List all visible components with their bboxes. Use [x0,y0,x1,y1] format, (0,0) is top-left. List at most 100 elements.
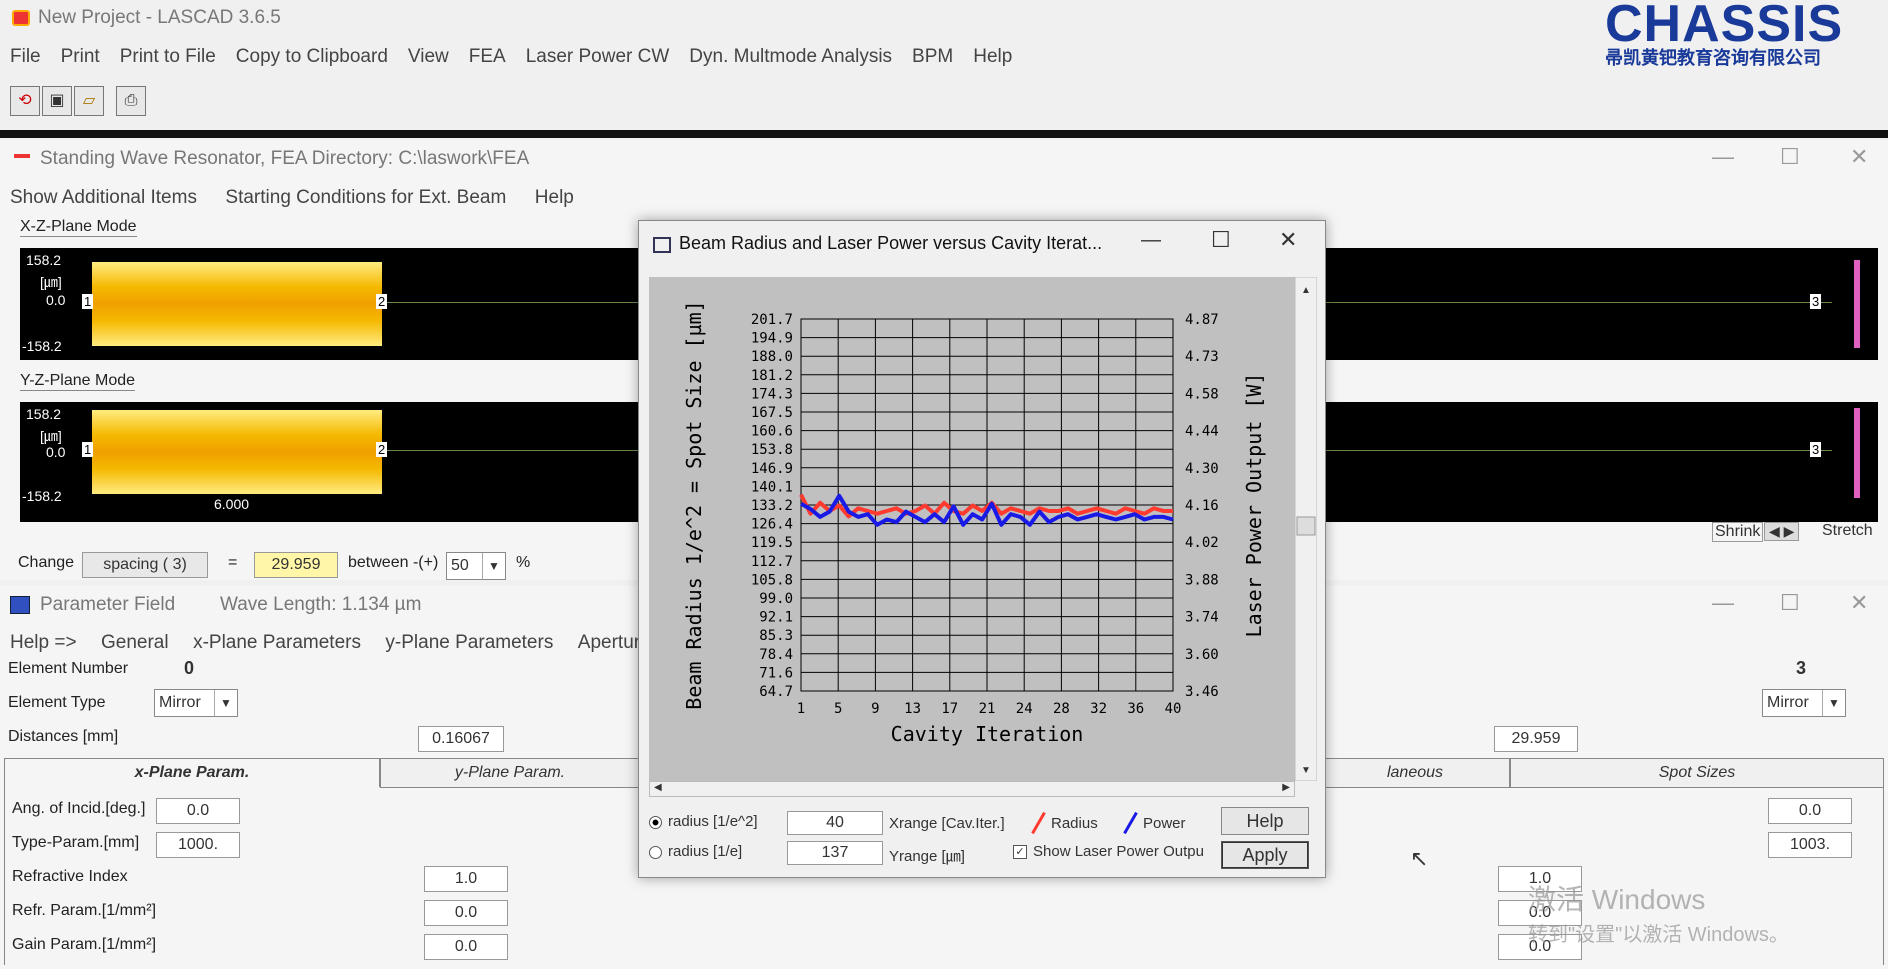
menu-print[interactable]: Print [61,46,100,68]
refresh-icon[interactable]: ⟲ [10,86,40,116]
logo-subtext: 帚凯黄钯教育咨询有限公司 [1605,48,1821,68]
menu-show-additional[interactable]: Show Additional Items [10,187,197,208]
minimize-icon[interactable]: — [1712,144,1734,170]
param-minimize-icon[interactable]: — [1712,590,1734,616]
menu-fea[interactable]: FEA [469,46,506,68]
menu-help[interactable]: Help [973,46,1012,68]
param-menu-y-plane[interactable]: y-Plane Parameters [385,632,553,653]
scroll-thumb [1296,516,1316,536]
mouse-cursor-icon: ↖ [1410,846,1429,871]
window-title: New Project - LASCAD 3.6.5 [38,7,281,28]
refractive-index-left-field[interactable]: 1.0 [424,866,508,892]
xz-el2: 2 [376,294,388,309]
menu-file[interactable]: File [10,46,41,68]
param-menu-x-plane[interactable]: x-Plane Parameters [193,632,361,653]
y-tick-label: 71.6 [759,665,793,681]
dialog-maximize-icon[interactable]: ☐ [1211,227,1231,253]
element-type-right-dropdown[interactable]: Mirror ▼ [1762,689,1846,717]
y-tick-label: 201.7 [751,312,793,328]
yrange-field[interactable]: 137 [787,841,883,865]
beam-power-chart: ▲ ▼ 201.7 194.9 188.0 181.2 174.3 167.5 160.6 1… [649,277,1317,781]
param-maximize-icon[interactable]: ☐ [1780,590,1800,616]
shrink-button[interactable]: Shrink [1712,522,1764,542]
menu-laser-power[interactable]: Laser Power CW [526,46,670,68]
tab-spot-sizes[interactable]: Spot Sizes [1510,758,1884,788]
menu-copy-clipboard[interactable]: Copy to Clipboard [236,46,388,68]
dialog-minimize-icon[interactable]: — [1141,229,1161,252]
chevron-down-icon: ▼ [482,553,505,579]
y-tick-label: 119.5 [751,535,793,551]
show-power-checkbox[interactable]: ✓ Show Laser Power Outpu [1013,843,1235,860]
type-param-right-field[interactable]: 1003. [1768,832,1852,858]
param-menu-aperture[interactable]: Apertur [578,632,640,653]
wavelength-label: Wave Length: 1.134 µm [220,594,422,615]
arrow-buttons[interactable]: ◀ ▶ [1764,522,1800,541]
param-menu-help[interactable]: Help => [10,632,77,653]
radio-1e[interactable]: radius [1/e] [649,843,742,860]
close-icon[interactable]: ✕ [1850,144,1868,170]
menu-view[interactable]: View [408,46,449,68]
dialog-close-icon[interactable]: ✕ [1279,227,1297,253]
param-menu-general[interactable]: General [101,632,169,653]
tab-spot-sizes-label: Spot Sizes [1658,764,1736,781]
open-folder-icon[interactable]: ▱ [74,86,104,116]
menu-dyn-multimode[interactable]: Dyn. Multmode Analysis [689,46,892,68]
x-tick-label: 1 [797,701,805,717]
radio-1e2-label: radius [1/e^2] [668,813,758,830]
tab-miscellaneous[interactable]: laneous [1320,758,1510,788]
help-button[interactable]: Help [1221,807,1309,835]
chevron-down-icon: ▼ [1822,690,1845,716]
percent-dropdown[interactable]: 50 ▼ [446,552,506,580]
menu-bpm[interactable]: BPM [912,46,953,68]
y-tick-label: 92.1 [759,610,793,626]
yz-pink-bar [1854,408,1860,498]
xrange-field[interactable]: 40 [787,811,883,835]
row-label-gain-param: Gain Param.[1/mm²] [12,936,157,953]
distance-right-field[interactable]: 29.959 [1494,726,1578,752]
xz-bottom-value: -158.2 [22,338,62,354]
param-close-icon[interactable]: ✕ [1850,590,1868,616]
save-icon[interactable]: ▣ [42,86,72,116]
stretch-button[interactable]: Stretch [1822,522,1873,540]
print-icon[interactable]: ⎙ [116,86,146,116]
type-param-left-field[interactable]: 1000. [156,832,240,858]
y-tick-label: 126.4 [751,517,793,533]
gain-param-left-field[interactable]: 0.0 [424,934,508,960]
radio-1e2[interactable]: radius [1/e^2] [649,813,758,830]
y-axis-label: Beam Radius 1/e^2 = Spot Size [µm] [682,300,706,709]
logo-text: CHASSIS [1605,0,1844,53]
equals-label: = [228,554,238,571]
tab-x-plane-param[interactable]: x-Plane Param. [4,758,380,787]
scroll-left-icon: ◀ [654,782,662,793]
x-tick-label: 5 [834,701,842,717]
yz-beam [92,410,382,494]
incidence-left-field[interactable]: 0.0 [156,798,240,824]
y-tick-label: 140.1 [751,479,793,495]
y2-tick-label: 4.73 [1185,349,1219,365]
x-axis-label: Cavity Iteration [891,722,1084,746]
spacing-field[interactable]: spacing ( 3) [82,552,208,578]
refr-param-left-field[interactable]: 0.0 [424,900,508,926]
menu-resonator-help[interactable]: Help [535,187,574,208]
y2-tick-label: 3.74 [1185,610,1219,626]
element-number-left: 0 [184,658,195,678]
y2-tick-label: 4.16 [1185,498,1219,514]
radius-legend-label: Radius [1051,815,1098,832]
element-type-left-dropdown[interactable]: Mirror ▼ [154,689,238,717]
xz-el3: 3 [1810,294,1822,309]
menu-print-to-file[interactable]: Print to File [120,46,216,68]
yz-top-value: 158.2 [26,406,62,422]
apply-button[interactable]: Apply [1221,841,1309,869]
distance-left-field[interactable]: 0.16067 [418,726,504,752]
incidence-right-field[interactable]: 0.0 [1768,798,1852,824]
yz-el3: 3 [1810,442,1822,457]
row-label-refractive-index: Refractive Index [12,868,128,885]
change-value-field[interactable]: 29.959 [254,552,338,578]
y2-tick-label: 3.88 [1185,572,1219,588]
y-tick-label: 64.7 [759,684,793,700]
maximize-icon[interactable]: ☐ [1780,144,1800,170]
menu-starting-conditions[interactable]: Starting Conditions for Ext. Beam [225,187,506,208]
radio-1e-label: radius [1/e] [668,843,743,860]
tab-y-plane-param[interactable]: y-Plane Param. [380,758,640,788]
horizontal-scrollbar[interactable]: ◀ ▶ [649,781,1295,797]
